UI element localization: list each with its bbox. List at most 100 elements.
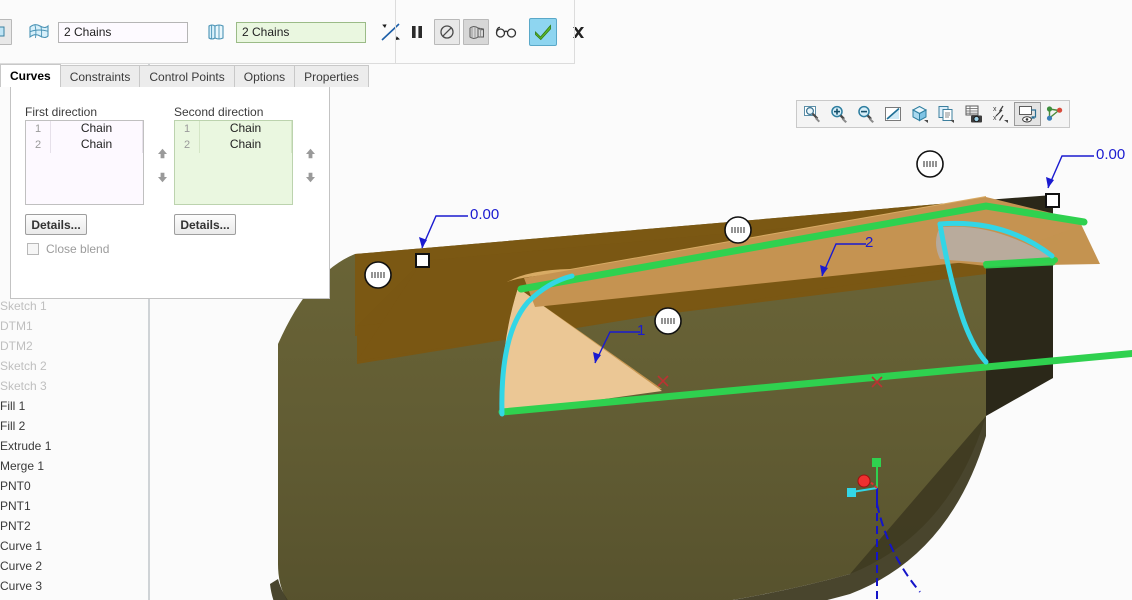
drag-handle <box>916 150 944 178</box>
tree-item-label: DTM1 <box>0 319 33 333</box>
tab-properties[interactable]: Properties <box>294 65 369 87</box>
tree-item-sketch-3[interactable]: Sketch 3 <box>0 376 140 396</box>
drag-handle <box>364 261 392 289</box>
view-toolbar: x x <box>796 100 1070 128</box>
drag-handle <box>724 216 752 244</box>
arrow-up-icon[interactable] <box>156 147 169 160</box>
close-blend-label: Close blend <box>46 242 110 256</box>
tree-item-label: Curve 3 <box>0 579 43 593</box>
tree-item-fill-2[interactable]: Fill 2 <box>0 416 140 436</box>
tree-item-dtm1[interactable]: DTM1 <box>0 316 140 336</box>
tab-constraints[interactable]: Constraints <box>59 65 141 87</box>
accept-button[interactable] <box>529 18 557 46</box>
list-item[interactable]: 2 Chain <box>175 137 292 153</box>
tree-item-extrude-1[interactable]: Extrude 1 <box>0 436 140 456</box>
tree-item-label: PNT0 <box>0 479 31 493</box>
dashboard-separator-2 <box>574 0 575 64</box>
second-chain-collector-icon[interactable] <box>204 19 230 45</box>
feature-type-icon[interactable] <box>0 19 12 45</box>
tree-item-pnt1[interactable]: PNT1 <box>0 496 140 516</box>
arrow-up-icon[interactable] <box>304 147 317 160</box>
swap-direction-icon[interactable] <box>378 19 404 45</box>
leader-line-dim-left <box>421 215 468 249</box>
tree-item-merge-1[interactable]: Merge 1 <box>0 456 140 476</box>
row-index: 1 <box>26 121 51 137</box>
first-chain-value: 2 Chains <box>64 24 112 39</box>
glasses-preview-button[interactable] <box>493 19 519 45</box>
preview-geometry-button[interactable] <box>463 19 489 45</box>
close-blend-checkbox[interactable] <box>27 243 39 255</box>
second-chain-field[interactable]: 2 Chains <box>236 21 366 43</box>
tree-item-label: Extrude 1 <box>0 439 52 453</box>
first-direction-reorder-buttons <box>156 147 170 184</box>
first-chain-field[interactable]: 2 Chains <box>58 21 188 43</box>
row-index: 2 <box>175 137 200 153</box>
scene-capture-button[interactable] <box>960 102 987 126</box>
display-style-button[interactable] <box>906 102 933 126</box>
dashboard-controls-row: 2 Chains 2 Chains <box>0 14 404 50</box>
annotation-display-button[interactable] <box>1014 102 1041 126</box>
tree-item-label: Curve 2 <box>0 559 43 573</box>
chain-label-2[interactable]: 2 <box>865 234 873 251</box>
tab-curves[interactable]: Curves <box>0 64 61 87</box>
close-blend-checkbox-row[interactable]: Close blend <box>27 242 109 256</box>
details-button-label: Details... <box>31 217 81 232</box>
cancel-preview-button[interactable] <box>434 19 460 45</box>
details-button-label: Details... <box>180 217 230 232</box>
tree-item-curve-2[interactable]: Curve 2 <box>0 556 140 576</box>
dimension-label-left[interactable]: 0.00 <box>470 206 499 223</box>
first-direction-details-button[interactable]: Details... <box>25 214 87 235</box>
dashboard-tabstrip: Curves Constraints Control Points Option… <box>0 64 382 87</box>
second-direction-reorder-buttons <box>304 147 318 184</box>
list-item[interactable]: 1 Chain <box>26 121 143 137</box>
tree-item-sketch-1[interactable]: Sketch 1 <box>0 296 140 316</box>
second-direction-list[interactable]: 1 Chain 2 Chain <box>174 120 293 205</box>
dimension-label-right[interactable]: 0.00 <box>1096 146 1125 163</box>
arrow-down-icon[interactable] <box>304 171 317 184</box>
arrow-down-icon[interactable] <box>156 171 169 184</box>
row-name: Chain <box>51 137 143 153</box>
appearance-button[interactable] <box>1041 102 1068 126</box>
tree-item-curve-1[interactable]: Curve 1 <box>0 536 140 556</box>
first-direction-label: First direction <box>25 105 98 119</box>
svg-text:x: x <box>993 106 997 113</box>
tree-item-pnt0[interactable]: PNT0 <box>0 476 140 496</box>
tab-control-points-label: Control Points <box>149 69 225 84</box>
axis-origin-handle <box>857 474 871 488</box>
selected-chain-edge-right-top-2 <box>983 260 1056 269</box>
endpoint-square-left <box>415 253 430 268</box>
tree-item-label: PNT2 <box>0 519 31 533</box>
zoom-out-button[interactable] <box>852 102 879 126</box>
refit-button[interactable] <box>879 102 906 126</box>
axis-y-handle <box>872 458 881 467</box>
list-item[interactable]: 1 Chain <box>175 121 292 137</box>
drag-handle <box>654 307 682 335</box>
tree-item-label: Fill 2 <box>0 419 26 433</box>
pause-button[interactable] <box>404 19 430 45</box>
close-button[interactable] <box>565 19 591 45</box>
datum-filter-button[interactable]: x x <box>987 102 1014 126</box>
chain-label-1[interactable]: 1 <box>637 322 645 339</box>
row-index: 1 <box>175 121 200 137</box>
row-name: Chain <box>51 121 143 137</box>
tree-item-label: DTM2 <box>0 339 33 353</box>
tree-item-label: Sketch 2 <box>0 359 47 373</box>
zoom-area-button[interactable] <box>798 102 825 126</box>
tree-item-sketch-2[interactable]: Sketch 2 <box>0 356 140 376</box>
tab-options[interactable]: Options <box>233 65 296 87</box>
row-index: 2 <box>26 137 51 153</box>
view-manager-button[interactable] <box>933 102 960 126</box>
first-direction-list[interactable]: 1 Chain 2 Chain <box>25 120 144 205</box>
tree-item-label: Sketch 1 <box>0 299 47 313</box>
tree-item-dtm2[interactable]: DTM2 <box>0 336 140 356</box>
tab-curves-label: Curves <box>10 69 51 83</box>
tree-item-fill-1[interactable]: Fill 1 <box>0 396 140 416</box>
tree-item-curve-3[interactable]: Curve 3 <box>0 576 140 596</box>
zoom-in-button[interactable] <box>825 102 852 126</box>
tree-item-label: Sketch 3 <box>0 379 47 393</box>
tab-control-points[interactable]: Control Points <box>139 65 235 87</box>
tree-item-pnt2[interactable]: PNT2 <box>0 516 140 536</box>
second-direction-details-button[interactable]: Details... <box>174 214 236 235</box>
list-item[interactable]: 2 Chain <box>26 137 143 153</box>
first-chain-collector-icon[interactable] <box>26 19 52 45</box>
